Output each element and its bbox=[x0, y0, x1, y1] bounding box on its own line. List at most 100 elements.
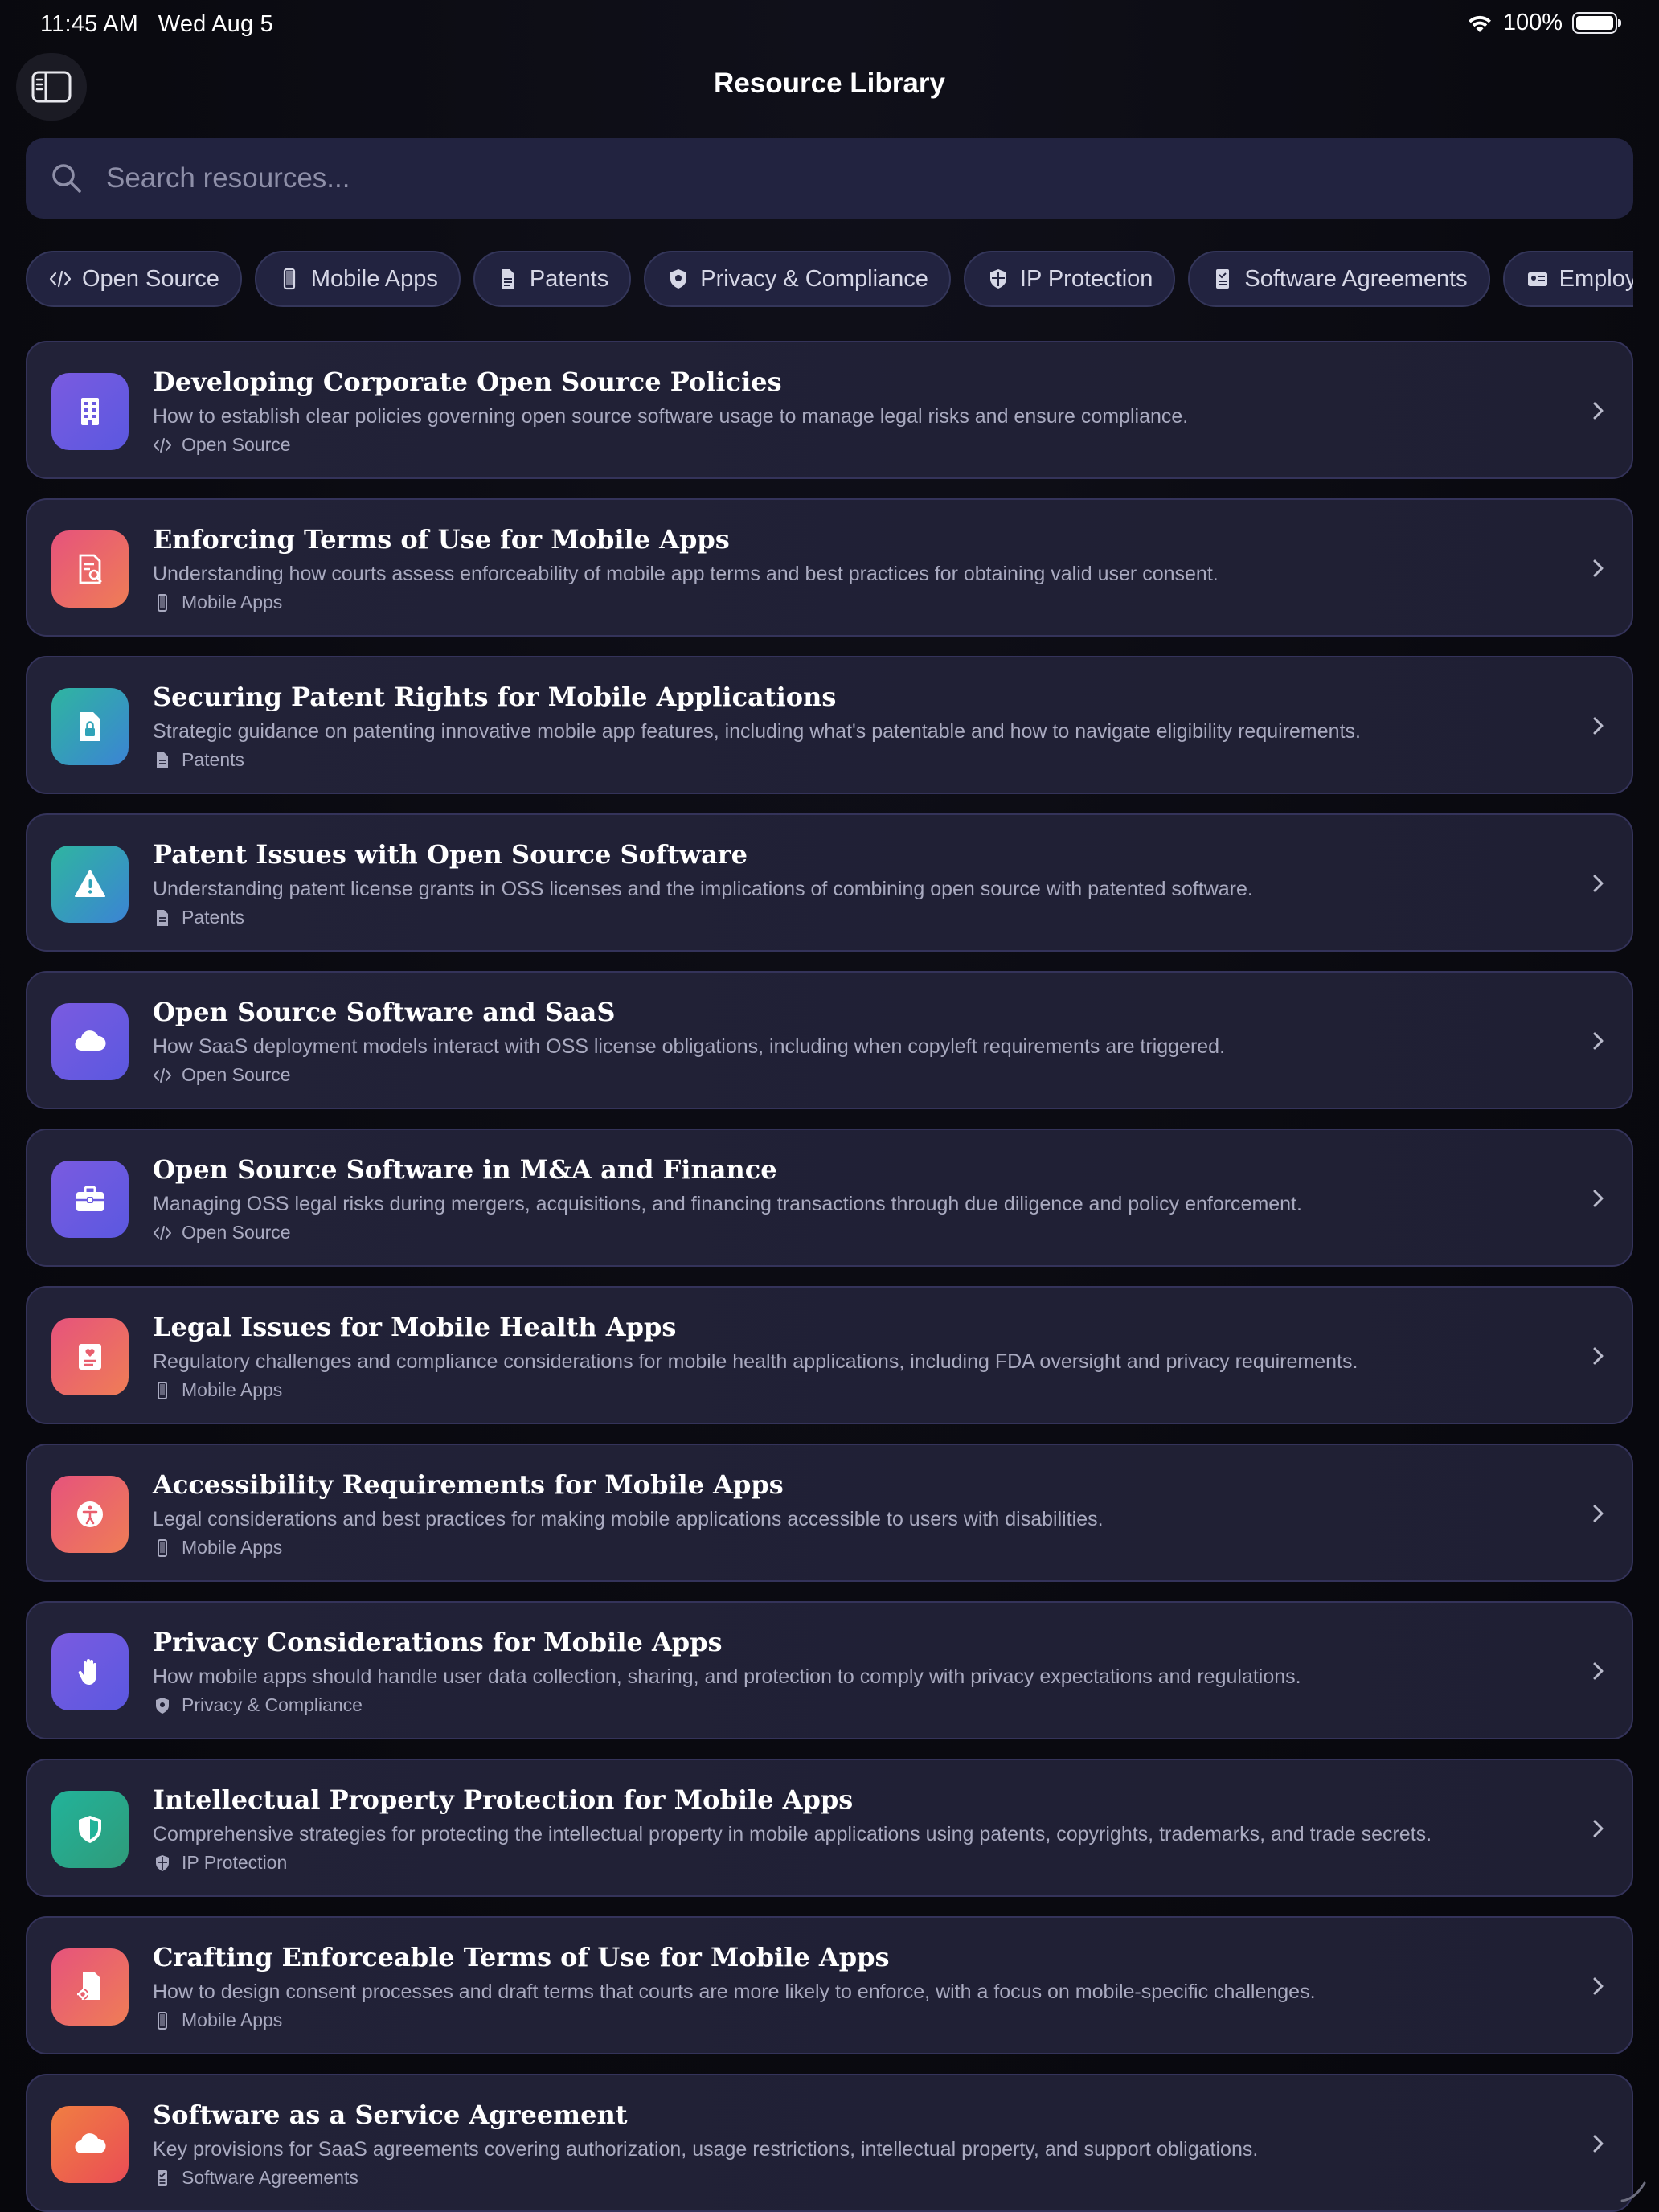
chip-label: Software Agreements bbox=[1244, 265, 1468, 292]
resource-icon-badge bbox=[51, 846, 129, 923]
resource-title: Software as a Service Agreement bbox=[153, 2099, 628, 2130]
resource-tag: Open Source bbox=[153, 1222, 291, 1243]
resource-tag-label: Open Source bbox=[182, 1222, 291, 1243]
chip-patents[interactable]: Patents bbox=[473, 251, 632, 307]
resource-tag-label: Mobile Apps bbox=[182, 1379, 283, 1400]
document-gear-icon bbox=[77, 1972, 100, 2000]
chevron-right-icon bbox=[1593, 1190, 1604, 1207]
chevron-right-icon bbox=[1593, 1662, 1604, 1680]
resource-card[interactable]: Legal Issues for Mobile Health Apps Regu… bbox=[26, 1286, 1633, 1424]
resource-tag: IP Protection bbox=[153, 1852, 287, 1874]
resource-card[interactable]: Open Source Software and SaaS How SaaS d… bbox=[26, 971, 1633, 1109]
resource-card[interactable]: Accessibility Requirements for Mobile Ap… bbox=[26, 1444, 1633, 1582]
resource-tag-label: Mobile Apps bbox=[182, 2009, 283, 2030]
resource-description: How to design consent processes and draf… bbox=[153, 1981, 1316, 2003]
resource-card[interactable]: Crafting Enforceable Terms of Use for Mo… bbox=[26, 1916, 1633, 2054]
shield-icon bbox=[670, 269, 687, 289]
resource-tag-label: Software Agreements bbox=[182, 2167, 358, 2188]
chip-open-source[interactable]: Open Source bbox=[26, 251, 242, 307]
resource-title: Developing Corporate Open Source Policie… bbox=[153, 367, 782, 397]
resource-title: Patent Issues with Open Source Software bbox=[153, 839, 748, 870]
shield-icon bbox=[156, 1697, 169, 1714]
chevron-right-icon bbox=[1593, 875, 1604, 892]
resource-tag: Mobile Apps bbox=[153, 2009, 282, 2031]
resource-tag: Mobile Apps bbox=[153, 1537, 282, 1559]
resource-title: Open Source Software in M&A and Finance bbox=[153, 1154, 777, 1185]
search-bar[interactable] bbox=[26, 138, 1633, 219]
resource-tag-label: Mobile Apps bbox=[182, 592, 283, 612]
contract-icon bbox=[158, 2169, 167, 2186]
chip-software-agreements[interactable]: Software Agreements bbox=[1188, 251, 1490, 307]
resource-card[interactable]: Enforcing Terms of Use for Mobile Apps U… bbox=[26, 498, 1633, 637]
chevron-right-icon bbox=[1593, 1820, 1604, 1837]
resource-tag-label: Mobile Apps bbox=[182, 1537, 283, 1558]
chevron-right-icon bbox=[1593, 559, 1604, 577]
resource-icon-badge bbox=[51, 1003, 129, 1080]
resource-description: Comprehensive strategies for protecting … bbox=[153, 1823, 1432, 1845]
resource-card[interactable]: Intellectual Property Protection for Mob… bbox=[26, 1759, 1633, 1897]
cloud-icon bbox=[75, 1030, 106, 1051]
resource-tag: Mobile Apps bbox=[153, 1379, 282, 1401]
resource-tag-label: IP Protection bbox=[182, 1852, 288, 1873]
chevron-right-icon bbox=[1593, 1032, 1604, 1050]
chevron-right-icon bbox=[1593, 402, 1604, 420]
chip-mobile-apps[interactable]: Mobile Apps bbox=[254, 251, 461, 307]
resource-card[interactable]: Developing Corporate Open Source Policie… bbox=[26, 341, 1633, 479]
status-indicators: 100% bbox=[1466, 10, 1621, 36]
document-icon bbox=[501, 269, 514, 289]
resource-tag: Patents bbox=[153, 907, 244, 928]
document-icon bbox=[157, 752, 168, 768]
search-input[interactable] bbox=[106, 162, 1633, 195]
resource-title: Crafting Enforceable Terms of Use for Mo… bbox=[153, 1942, 890, 1972]
briefcase-icon bbox=[76, 1186, 104, 1211]
resource-icon-badge bbox=[51, 1476, 129, 1553]
chip-label: IP Protection bbox=[1019, 265, 1153, 292]
status-time-date: 11:45 AM Wed Aug 5 bbox=[40, 11, 273, 38]
resource-icon-badge bbox=[51, 530, 129, 608]
resource-card[interactable]: Software as a Service Agreement Key prov… bbox=[26, 2074, 1633, 2212]
resource-description: Understanding how courts assess enforcea… bbox=[153, 563, 1219, 585]
wifi-icon bbox=[1468, 15, 1491, 32]
resource-icon-badge bbox=[51, 1633, 129, 1710]
search-icon bbox=[52, 164, 81, 193]
phone-icon bbox=[158, 593, 167, 612]
phone-icon bbox=[158, 1538, 167, 1557]
resource-tag: Software Agreements bbox=[153, 2167, 358, 2189]
resource-icon-badge bbox=[51, 373, 129, 450]
resource-title: Accessibility Requirements for Mobile Ap… bbox=[153, 1469, 784, 1500]
resource-tag: Privacy & Compliance bbox=[153, 1694, 363, 1716]
code-icon bbox=[49, 270, 72, 288]
resource-list: Developing Corporate Open Source Policie… bbox=[26, 341, 1633, 2212]
page-title: Resource Library bbox=[714, 68, 945, 99]
resize-handle-icon[interactable] bbox=[1617, 2172, 1649, 2204]
resource-title: Privacy Considerations for Mobile Apps bbox=[153, 1627, 723, 1657]
chip-ip-protection[interactable]: IP Protection bbox=[963, 251, 1176, 307]
resource-card[interactable]: Privacy Considerations for Mobile Apps H… bbox=[26, 1601, 1633, 1739]
resource-tag-label: Patents bbox=[182, 749, 244, 770]
resource-description: How to establish clear policies governin… bbox=[153, 405, 1189, 428]
resource-description: How mobile apps should handle user data … bbox=[153, 1665, 1301, 1688]
id-card-icon bbox=[1527, 272, 1547, 286]
phone-icon bbox=[283, 268, 295, 290]
resource-card[interactable]: Open Source Software in M&A and Finance … bbox=[26, 1129, 1633, 1267]
chip-label: Patents bbox=[529, 265, 609, 292]
battery-percent: 100% bbox=[1502, 10, 1563, 35]
shield-check-icon bbox=[156, 1854, 169, 1871]
resource-tag-label: Patents bbox=[182, 907, 244, 928]
resource-icon-badge bbox=[51, 2106, 129, 2183]
resource-description: How SaaS deployment models interact with… bbox=[153, 1035, 1226, 1058]
chevron-right-icon bbox=[1593, 717, 1604, 735]
resource-tag: Open Source bbox=[153, 434, 291, 456]
chevron-right-icon bbox=[1593, 1347, 1604, 1365]
code-icon bbox=[154, 1067, 171, 1083]
phone-icon bbox=[158, 2011, 167, 2030]
resource-tag-label: Privacy & Compliance bbox=[182, 1694, 363, 1715]
chip-label: Open Source bbox=[82, 265, 219, 292]
contract-icon bbox=[1216, 269, 1230, 289]
resource-title: Open Source Software and SaaS bbox=[153, 997, 616, 1027]
category-chips: Open Source Mobile Apps Patents Privacy … bbox=[26, 251, 1633, 310]
resource-card[interactable]: Patent Issues with Open Source Software … bbox=[26, 813, 1633, 952]
chip-privacy-compliance[interactable]: Privacy & Compliance bbox=[644, 251, 951, 307]
chip-employment[interactable]: Employment & bbox=[1502, 251, 1633, 307]
resource-card[interactable]: Securing Patent Rights for Mobile Applic… bbox=[26, 656, 1633, 794]
